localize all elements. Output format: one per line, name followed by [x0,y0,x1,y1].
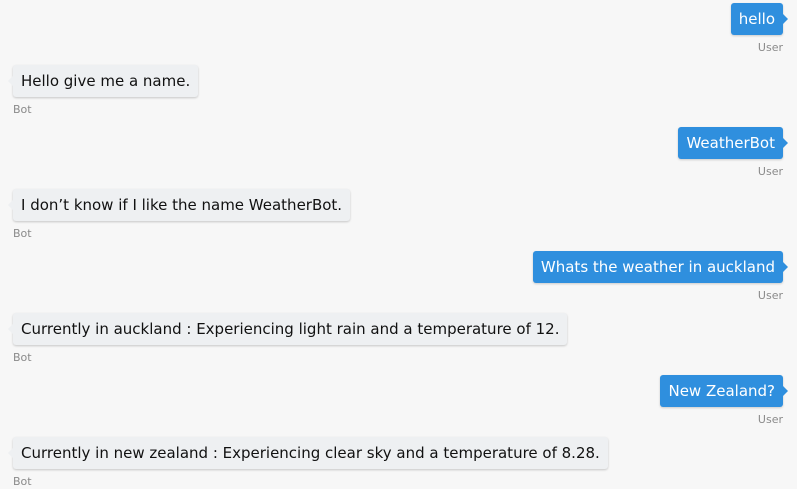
bot-message: Currently in new zealand : Experiencing … [8,437,608,488]
sender-label: User [757,165,783,178]
user-message-bubble: New Zealand? [660,375,788,407]
user-message: Whats the weather in auckland User [532,251,789,302]
user-message-bubble: WeatherBot [678,127,788,159]
user-message-bubble: hello [730,3,789,35]
sender-label: Bot [13,351,32,364]
bot-message: I don’t know if I like the name WeatherB… [7,189,351,240]
sender-label: Bot [13,227,32,240]
sender-label: User [757,289,783,302]
chat-log: hello User Hello give me a name. Bot Wea… [0,0,797,489]
bot-message-bubble: I don’t know if I like the name WeatherB… [7,189,351,221]
sender-label: Bot [13,103,32,116]
sender-label: User [757,413,783,426]
bot-message: Hello give me a name. Bot [7,65,199,116]
sender-label: Bot [13,475,32,488]
user-message: hello User [730,3,789,54]
sender-label: User [757,41,783,54]
bot-message-bubble: Currently in auckland : Experiencing lig… [7,313,568,345]
bot-message-bubble: Hello give me a name. [7,65,199,97]
user-message: New Zealand? User [660,375,788,426]
bot-message: Currently in auckland : Experiencing lig… [7,313,568,364]
user-message: WeatherBot User [678,127,788,178]
bot-message-bubble: Currently in new zealand : Experiencing … [8,437,608,469]
user-message-bubble: Whats the weather in auckland [532,251,789,283]
